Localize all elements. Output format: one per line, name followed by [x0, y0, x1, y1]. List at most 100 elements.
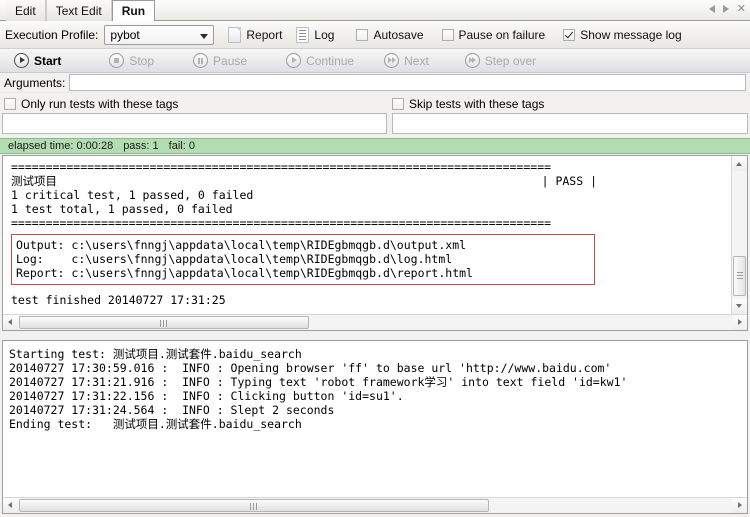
report-button[interactable]: Report — [228, 26, 282, 43]
result-files-box: Output: c:\users\fnngj\appdata\local\tem… — [11, 234, 595, 285]
message-log-console[interactable]: Starting test: 测试项目.测试套件.baidu_search 20… — [2, 340, 748, 514]
run-output-vertical-scroll-thumb[interactable] — [733, 256, 746, 296]
run-output-console-text: ========================================… — [3, 156, 731, 314]
next-tab-icon[interactable] — [722, 5, 729, 13]
log-button[interactable]: Log — [296, 26, 335, 43]
tab-text-edit-label: Text Edit — [55, 3, 102, 18]
message-log-line: 20140727 17:31:21.916 : INFO : Typing te… — [9, 375, 628, 389]
critical-summary-line: 1 critical test, 1 passed, 0 failed — [11, 188, 254, 202]
report-file-key: Report: — [16, 266, 72, 280]
exclude-tags-label: Skip tests with these tags — [409, 97, 545, 111]
scroll-down-icon[interactable] — [732, 299, 747, 314]
arguments-input[interactable] — [69, 74, 746, 91]
message-log-text: Starting test: 测试项目.测试套件.baidu_search 20… — [3, 341, 745, 497]
step-over-icon — [464, 53, 480, 68]
pause-icon — [193, 53, 209, 68]
exclude-tags-checkbox-box — [392, 98, 404, 110]
run-output-horizontal-scrollbar[interactable] — [3, 314, 747, 330]
continue-button[interactable]: Continue — [280, 51, 360, 70]
message-log-horizontal-scrollbar[interactable] — [3, 497, 747, 513]
run-toolbar: Execution Profile: pybot Report Log Auto… — [0, 21, 750, 49]
log-file-line: Log: c:\users\fnngj\appdata\local\temp\R… — [16, 252, 590, 266]
report-document-icon — [228, 26, 242, 43]
step-over-button-label: Step over — [484, 53, 537, 68]
separator-bottom-line: ========================================… — [11, 216, 552, 230]
next-button-label: Next — [404, 53, 429, 68]
include-tags-checkbox-box — [4, 98, 16, 110]
tag-filter-row: Only run tests with these tags Skip test… — [0, 95, 750, 113]
chevron-down-icon — [200, 33, 209, 39]
message-log-line: 20140727 17:30:59.016 : INFO : Opening b… — [9, 361, 612, 375]
prev-tab-icon[interactable] — [708, 5, 715, 13]
tag-filter-fields — [0, 113, 750, 136]
show-message-log-checkbox-box — [563, 28, 576, 41]
scroll-left-icon[interactable] — [3, 315, 18, 330]
execution-profile-label: Execution Profile: — [5, 27, 99, 42]
separator-top-line: ========================================… — [11, 160, 552, 174]
log-file-path: c:\users\fnngj\appdata\local\temp\RIDEgb… — [71, 252, 453, 266]
elapsed-time-text: elapsed time: 0:00:28 — [8, 140, 114, 152]
tab-nav-controls: ✕ — [708, 2, 746, 16]
scroll-up-icon[interactable] — [732, 156, 747, 171]
total-summary-line: 1 test total, 1 passed, 0 failed — [11, 202, 233, 216]
start-button[interactable]: Start — [8, 51, 67, 70]
status-bar: elapsed time: 0:00:28 pass: 1 fail: 0 — [0, 138, 750, 154]
test-finished-line: test finished 20140727 17:31:25 — [11, 293, 226, 307]
tab-bar: Edit Text Edit Run ✕ — [0, 0, 750, 22]
execution-profile-value: pybot — [110, 27, 140, 42]
message-log-line: Starting test: 测试项目.测试套件.baidu_search — [9, 347, 302, 361]
pause-on-failure-label: Pause on failure — [458, 27, 546, 42]
stop-icon — [109, 53, 125, 68]
run-output-vertical-scrollbar[interactable] — [731, 156, 747, 314]
log-document-icon — [296, 26, 310, 43]
message-log-horizontal-scroll-thumb[interactable] — [19, 499, 489, 512]
pause-on-failure-checkbox[interactable]: Pause on failure — [441, 27, 546, 42]
include-tags-label: Only run tests with these tags — [21, 97, 179, 111]
step-over-button[interactable]: Step over — [459, 51, 542, 70]
tab-edit-label: Edit — [15, 3, 36, 18]
pause-button-label: Pause — [213, 53, 248, 68]
arguments-row: Arguments: — [0, 73, 750, 93]
run-output-console[interactable]: ========================================… — [2, 155, 748, 331]
include-tags-input[interactable] — [2, 113, 387, 134]
show-message-log-label: Show message log — [580, 27, 682, 42]
exclude-tags-checkbox[interactable]: Skip tests with these tags — [392, 97, 544, 111]
scroll-right-icon[interactable] — [732, 315, 747, 330]
log-file-key: Log: — [16, 252, 72, 266]
continue-play-icon — [286, 53, 302, 68]
show-message-log-checkbox[interactable]: Show message log — [563, 27, 682, 42]
suite-verdict-text: | PASS | — [541, 174, 597, 188]
scroll-right-icon[interactable] — [732, 498, 747, 513]
tab-run-label: Run — [121, 4, 146, 18]
arguments-label: Arguments: — [4, 75, 66, 90]
ride-run-tab-window: Edit Text Edit Run ✕ Execution Profile: … — [0, 0, 750, 517]
play-icon — [14, 53, 29, 68]
tab-strip: Edit Text Edit Run — [6, 0, 156, 22]
output-file-key: Output: — [16, 238, 72, 252]
stop-button[interactable]: Stop — [103, 51, 160, 70]
autosave-checkbox[interactable]: Autosave — [356, 28, 424, 42]
pause-button[interactable]: Pause — [187, 51, 253, 70]
execution-profile-select[interactable]: pybot — [104, 24, 215, 45]
exclude-tags-input[interactable] — [392, 113, 748, 134]
tab-run[interactable]: Run — [111, 0, 156, 22]
pause-on-failure-checkbox-box — [441, 28, 454, 41]
run-control-toolbar: Start Stop Pause Continue Next Step over — [0, 49, 750, 73]
output-file-path: c:\users\fnngj\appdata\local\temp\RIDEgb… — [71, 238, 467, 252]
run-output-horizontal-scroll-thumb[interactable] — [19, 316, 309, 329]
scroll-left-icon[interactable] — [3, 498, 18, 513]
start-button-label: Start — [34, 53, 62, 68]
next-icon — [384, 53, 400, 68]
report-file-line: Report: c:\users\fnngj\appdata\local\tem… — [16, 266, 590, 280]
log-button-label: Log — [314, 27, 335, 42]
include-tags-checkbox[interactable]: Only run tests with these tags — [4, 97, 178, 111]
stop-button-label: Stop — [129, 53, 155, 68]
message-log-line: 20140727 17:31:24.564 : INFO : Slept 2 s… — [9, 403, 335, 417]
tab-text-edit[interactable]: Text Edit — [45, 0, 112, 21]
close-icon[interactable]: ✕ — [737, 2, 746, 16]
fail-count-text: fail: 0 — [168, 140, 195, 152]
message-log-line: Ending test: 测试项目.测试套件.baidu_search — [9, 417, 302, 431]
tab-edit[interactable]: Edit — [6, 0, 46, 21]
pass-count-text: pass: 1 — [123, 140, 159, 152]
next-button[interactable]: Next — [378, 51, 435, 70]
